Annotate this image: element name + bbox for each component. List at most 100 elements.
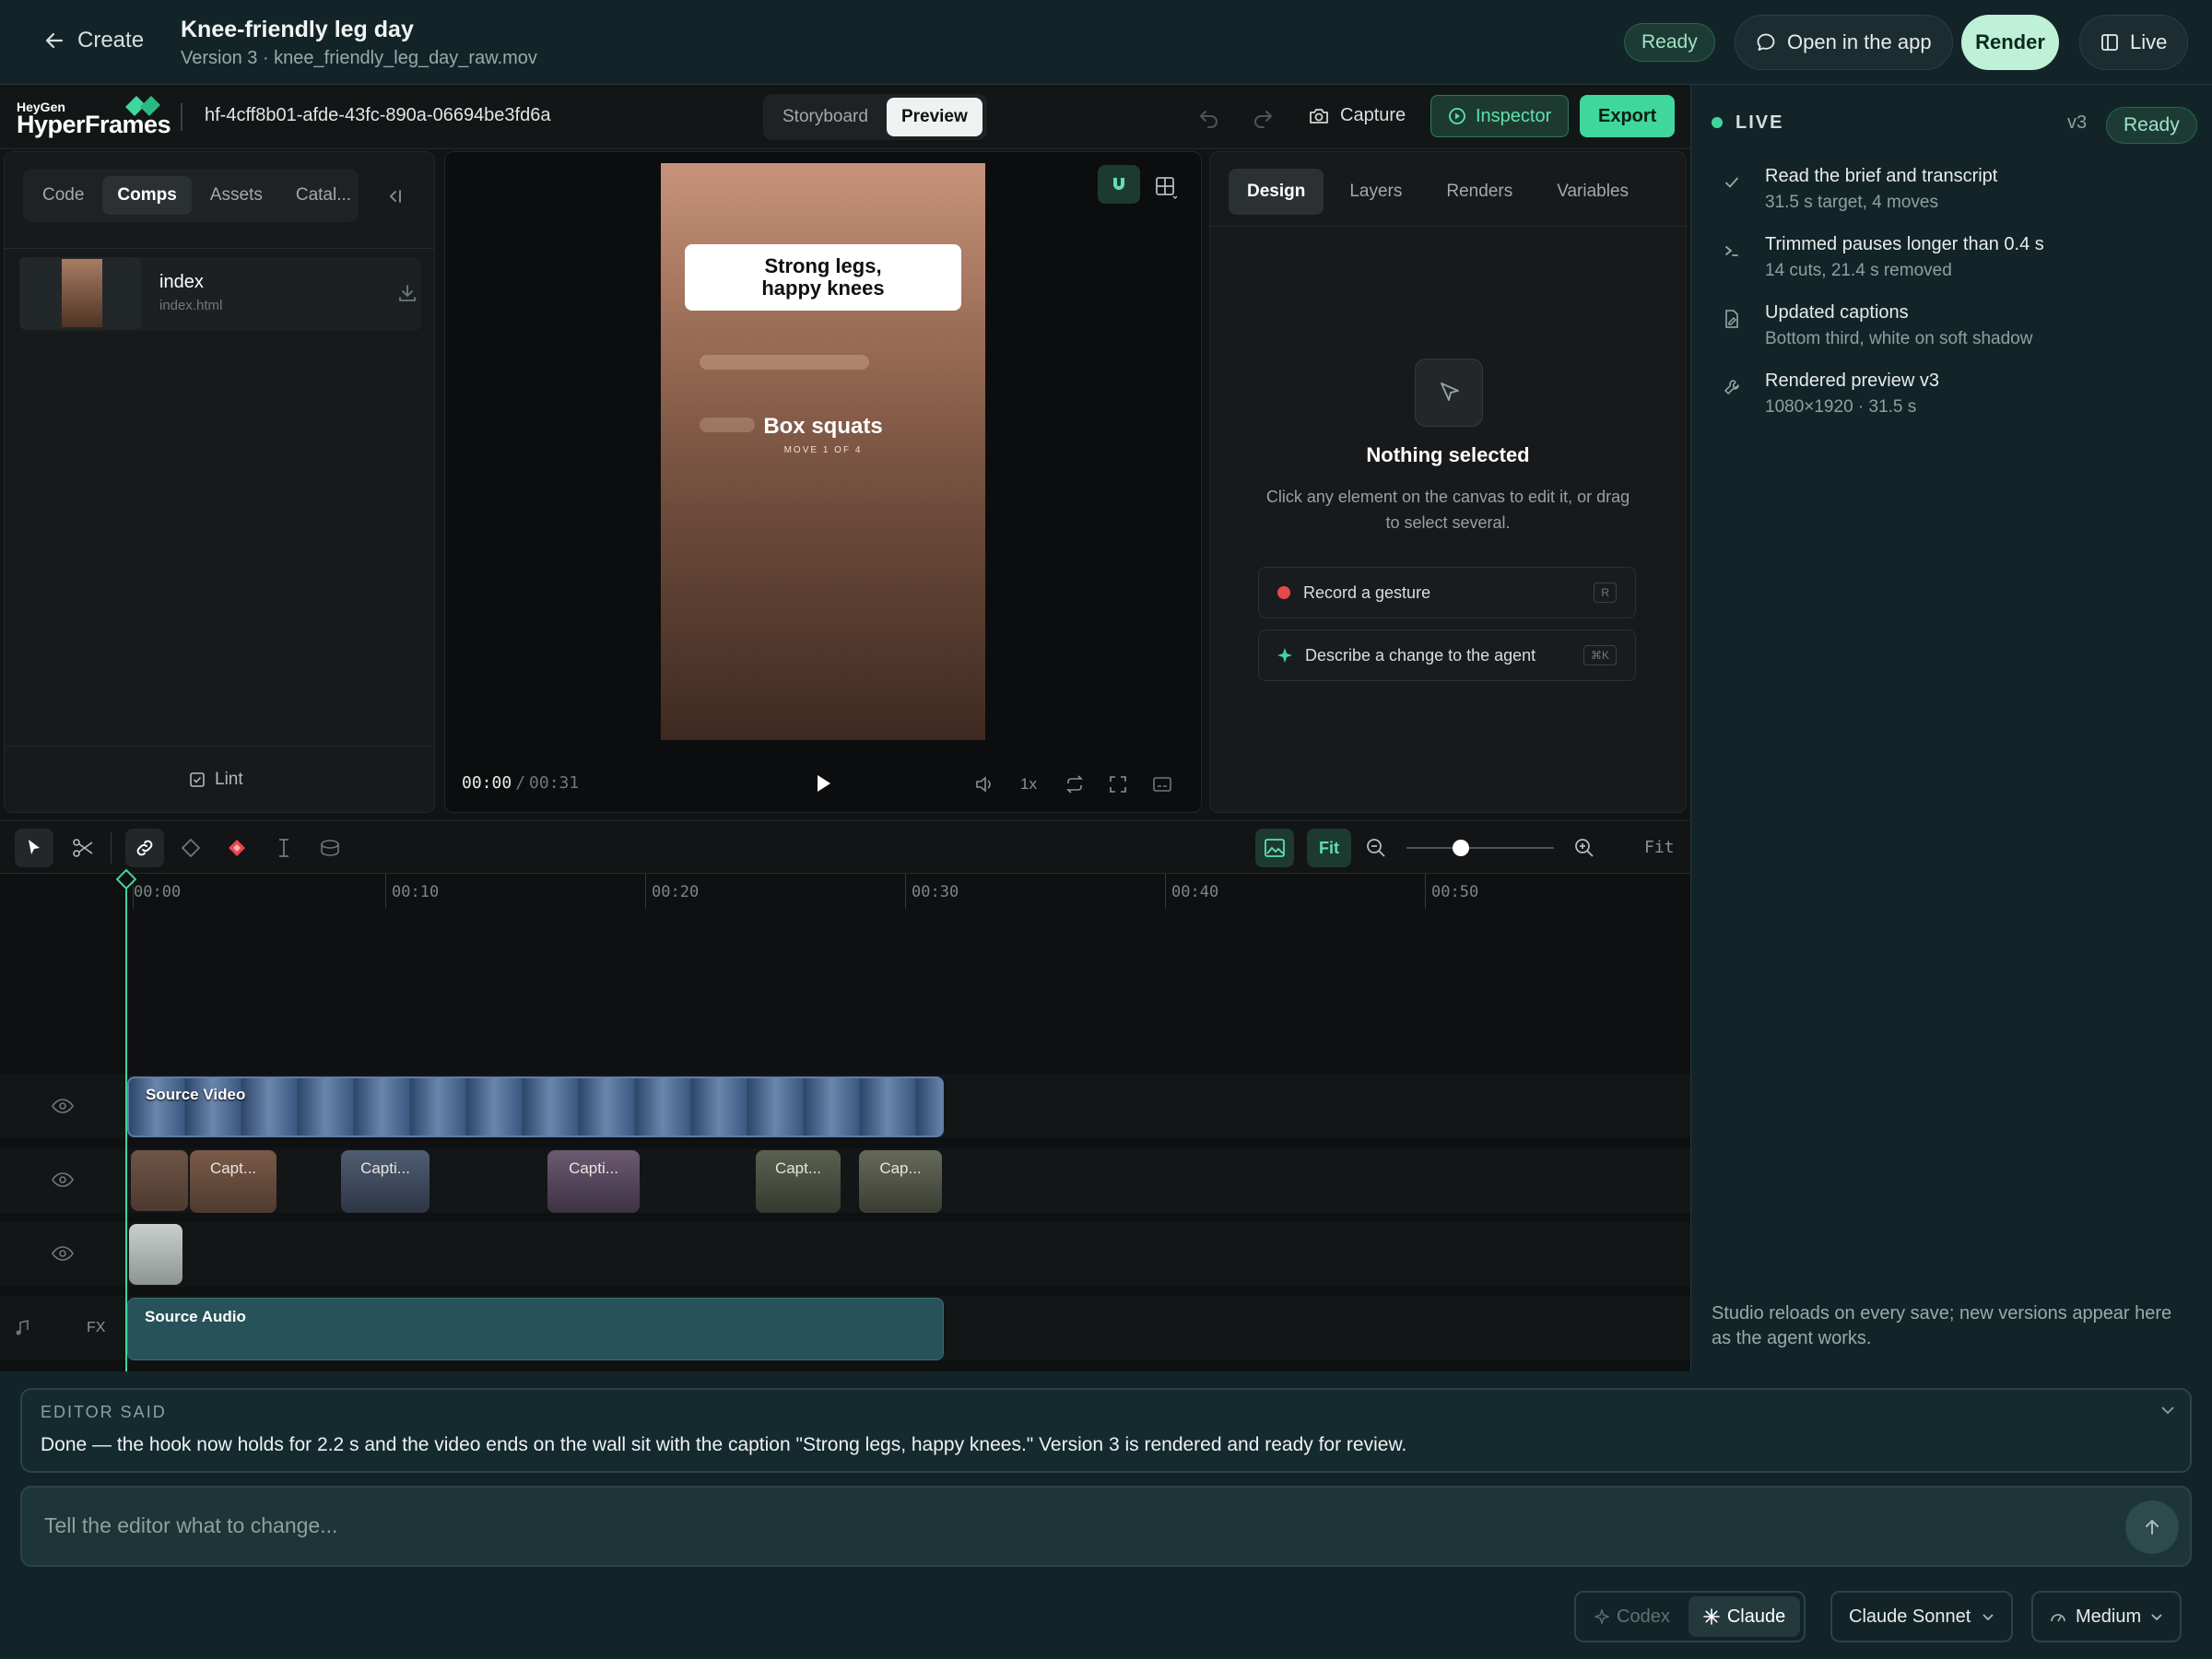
- render-button[interactable]: Render: [1961, 15, 2059, 70]
- live-label: LIVE: [1735, 112, 1784, 133]
- fit-label-right[interactable]: Fit: [1644, 838, 1675, 857]
- inspector-label: Inspector: [1476, 105, 1552, 126]
- app-header: Create Knee-friendly leg day Version 3 ·…: [0, 0, 2212, 85]
- keyframe-icon[interactable]: [181, 838, 201, 858]
- overlay-clip[interactable]: [129, 1224, 182, 1285]
- playback-speed[interactable]: 1x: [1020, 775, 1037, 794]
- project-id: hf-4cff8b01-afde-43fc-890a-06694be3fd6a: [205, 105, 551, 125]
- effort-label: Medium: [2076, 1606, 2142, 1627]
- collapse-panel-icon[interactable]: [386, 187, 405, 206]
- model-label: Claude Sonnet: [1849, 1606, 1971, 1627]
- divider: [5, 248, 434, 249]
- agent-codex[interactable]: Codex: [1580, 1596, 1685, 1637]
- check-icon: [1719, 170, 1745, 195]
- zoom-knob[interactable]: [1453, 840, 1469, 856]
- tick: 00:10: [385, 874, 439, 909]
- record-shortcut: R: [1594, 582, 1617, 603]
- tick-label-40: 00:40: [1171, 883, 1219, 901]
- source-video-clip[interactable]: Source Video: [127, 1077, 944, 1137]
- file-edit-icon: [1719, 306, 1745, 332]
- fullscreen-icon[interactable]: [1109, 775, 1127, 794]
- grid-icon[interactable]: [1155, 176, 1179, 200]
- tab-catalog[interactable]: Catal...: [281, 176, 366, 215]
- send-button[interactable]: [2125, 1500, 2179, 1554]
- play-icon[interactable]: [814, 773, 832, 794]
- thumbnails-toggle[interactable]: [1255, 829, 1294, 867]
- caption-clip[interactable]: Capti...: [547, 1150, 640, 1213]
- music-note-icon: [15, 1320, 29, 1336]
- snap-toggle[interactable]: [1098, 165, 1140, 204]
- tab-preview[interactable]: Preview: [886, 98, 982, 136]
- timecode: 00:00 / 00:31: [462, 773, 579, 793]
- record-dot-icon: [1277, 586, 1290, 599]
- text-cursor-icon[interactable]: [276, 838, 291, 858]
- fit-button[interactable]: Fit: [1307, 829, 1351, 867]
- wrench-icon: [1719, 374, 1745, 400]
- capture-button[interactable]: Capture: [1309, 105, 1406, 126]
- download-icon[interactable]: [397, 283, 418, 303]
- caption-clip[interactable]: Capt...: [190, 1150, 276, 1213]
- video-frame[interactable]: Strong legs, happy knees Box squats MOVE…: [661, 163, 985, 740]
- lint-button[interactable]: Lint: [189, 770, 243, 790]
- inspector-button[interactable]: Inspector: [1430, 95, 1570, 137]
- caption-clip-label: Capt...: [209, 1159, 257, 1177]
- add-keyframe-icon[interactable]: [227, 838, 247, 858]
- open-in-app-button[interactable]: Open in the app: [1735, 15, 1953, 70]
- tab-variables[interactable]: Variables: [1538, 169, 1647, 215]
- loop-icon[interactable]: [1065, 775, 1085, 794]
- zoom-in-icon[interactable]: [1574, 838, 1594, 858]
- source-audio-clip[interactable]: Source Audio: [127, 1298, 944, 1360]
- terminal-icon: [1719, 238, 1745, 264]
- tab-design[interactable]: Design: [1229, 169, 1324, 215]
- audio-drum-icon[interactable]: [319, 838, 341, 858]
- camera-icon: [1309, 107, 1329, 125]
- live-panel: LIVE v3 Ready Read the brief and transcr…: [1690, 85, 2212, 1371]
- zoom-slider[interactable]: [1406, 838, 1554, 858]
- divider: [1210, 226, 1686, 227]
- live-toggle-button[interactable]: Live: [2079, 15, 2189, 70]
- zoom-track: [1406, 847, 1554, 849]
- chevron-down-icon[interactable]: [2160, 1405, 2175, 1416]
- tab-comps[interactable]: Comps: [102, 176, 192, 215]
- record-gesture-button[interactable]: Record a gesture R: [1258, 567, 1636, 618]
- activity-sub: 1080×1920 · 31.5 s: [1765, 397, 1917, 417]
- claude-icon: [1703, 1608, 1720, 1625]
- effort-select[interactable]: Medium: [2031, 1591, 2183, 1642]
- volume-icon[interactable]: [974, 775, 994, 794]
- caption-clip[interactable]: Cap...: [859, 1150, 942, 1213]
- activity-title: Trimmed pauses longer than 0.4 s: [1765, 234, 2044, 254]
- caption-clip[interactable]: [131, 1150, 188, 1211]
- comp-name: index: [159, 272, 204, 292]
- captions-icon[interactable]: [1153, 777, 1171, 792]
- agent-claude[interactable]: Claude: [1688, 1596, 1801, 1637]
- ripple-tool[interactable]: [125, 829, 164, 867]
- eye-icon[interactable]: [52, 1246, 74, 1261]
- redo-icon[interactable]: [1252, 107, 1274, 129]
- studio-panel: HeyGen HyperFrames hf-4cff8b01-afde-43fc…: [0, 85, 1690, 1371]
- chat-input-placeholder[interactable]: Tell the editor what to change...: [44, 1513, 337, 1538]
- caption-clip[interactable]: Capti...: [341, 1150, 429, 1213]
- eye-icon[interactable]: [52, 1172, 74, 1187]
- select-tool[interactable]: [15, 829, 53, 867]
- model-select[interactable]: Claude Sonnet: [1830, 1591, 2014, 1642]
- zoom-out-icon[interactable]: [1366, 838, 1386, 858]
- back-button[interactable]: Create: [44, 28, 144, 53]
- export-button[interactable]: Export: [1580, 95, 1676, 137]
- chat-input-box[interactable]: Tell the editor what to change...: [20, 1486, 2192, 1567]
- tab-code[interactable]: Code: [28, 176, 99, 215]
- undo-icon[interactable]: [1198, 107, 1220, 129]
- playhead[interactable]: [125, 874, 127, 1371]
- fx-label[interactable]: FX: [87, 1320, 105, 1336]
- assets-panel: Code Comps Assets Catal... index index.h…: [4, 151, 435, 813]
- tab-storyboard[interactable]: Storyboard: [768, 98, 883, 136]
- tab-assets[interactable]: Assets: [195, 176, 277, 215]
- tab-layers[interactable]: Layers: [1331, 169, 1420, 215]
- eye-icon[interactable]: [52, 1099, 74, 1113]
- caption-clip[interactable]: Capt...: [756, 1150, 841, 1213]
- tab-renders[interactable]: Renders: [1428, 169, 1531, 215]
- comp-list-item[interactable]: index index.html: [19, 257, 421, 331]
- caption-clip-label: Cap...: [879, 1159, 922, 1177]
- describe-change-button[interactable]: Describe a change to the agent ⌘K: [1258, 629, 1636, 681]
- scissors-icon[interactable]: [72, 838, 94, 858]
- gauge-icon: [2050, 1609, 2066, 1624]
